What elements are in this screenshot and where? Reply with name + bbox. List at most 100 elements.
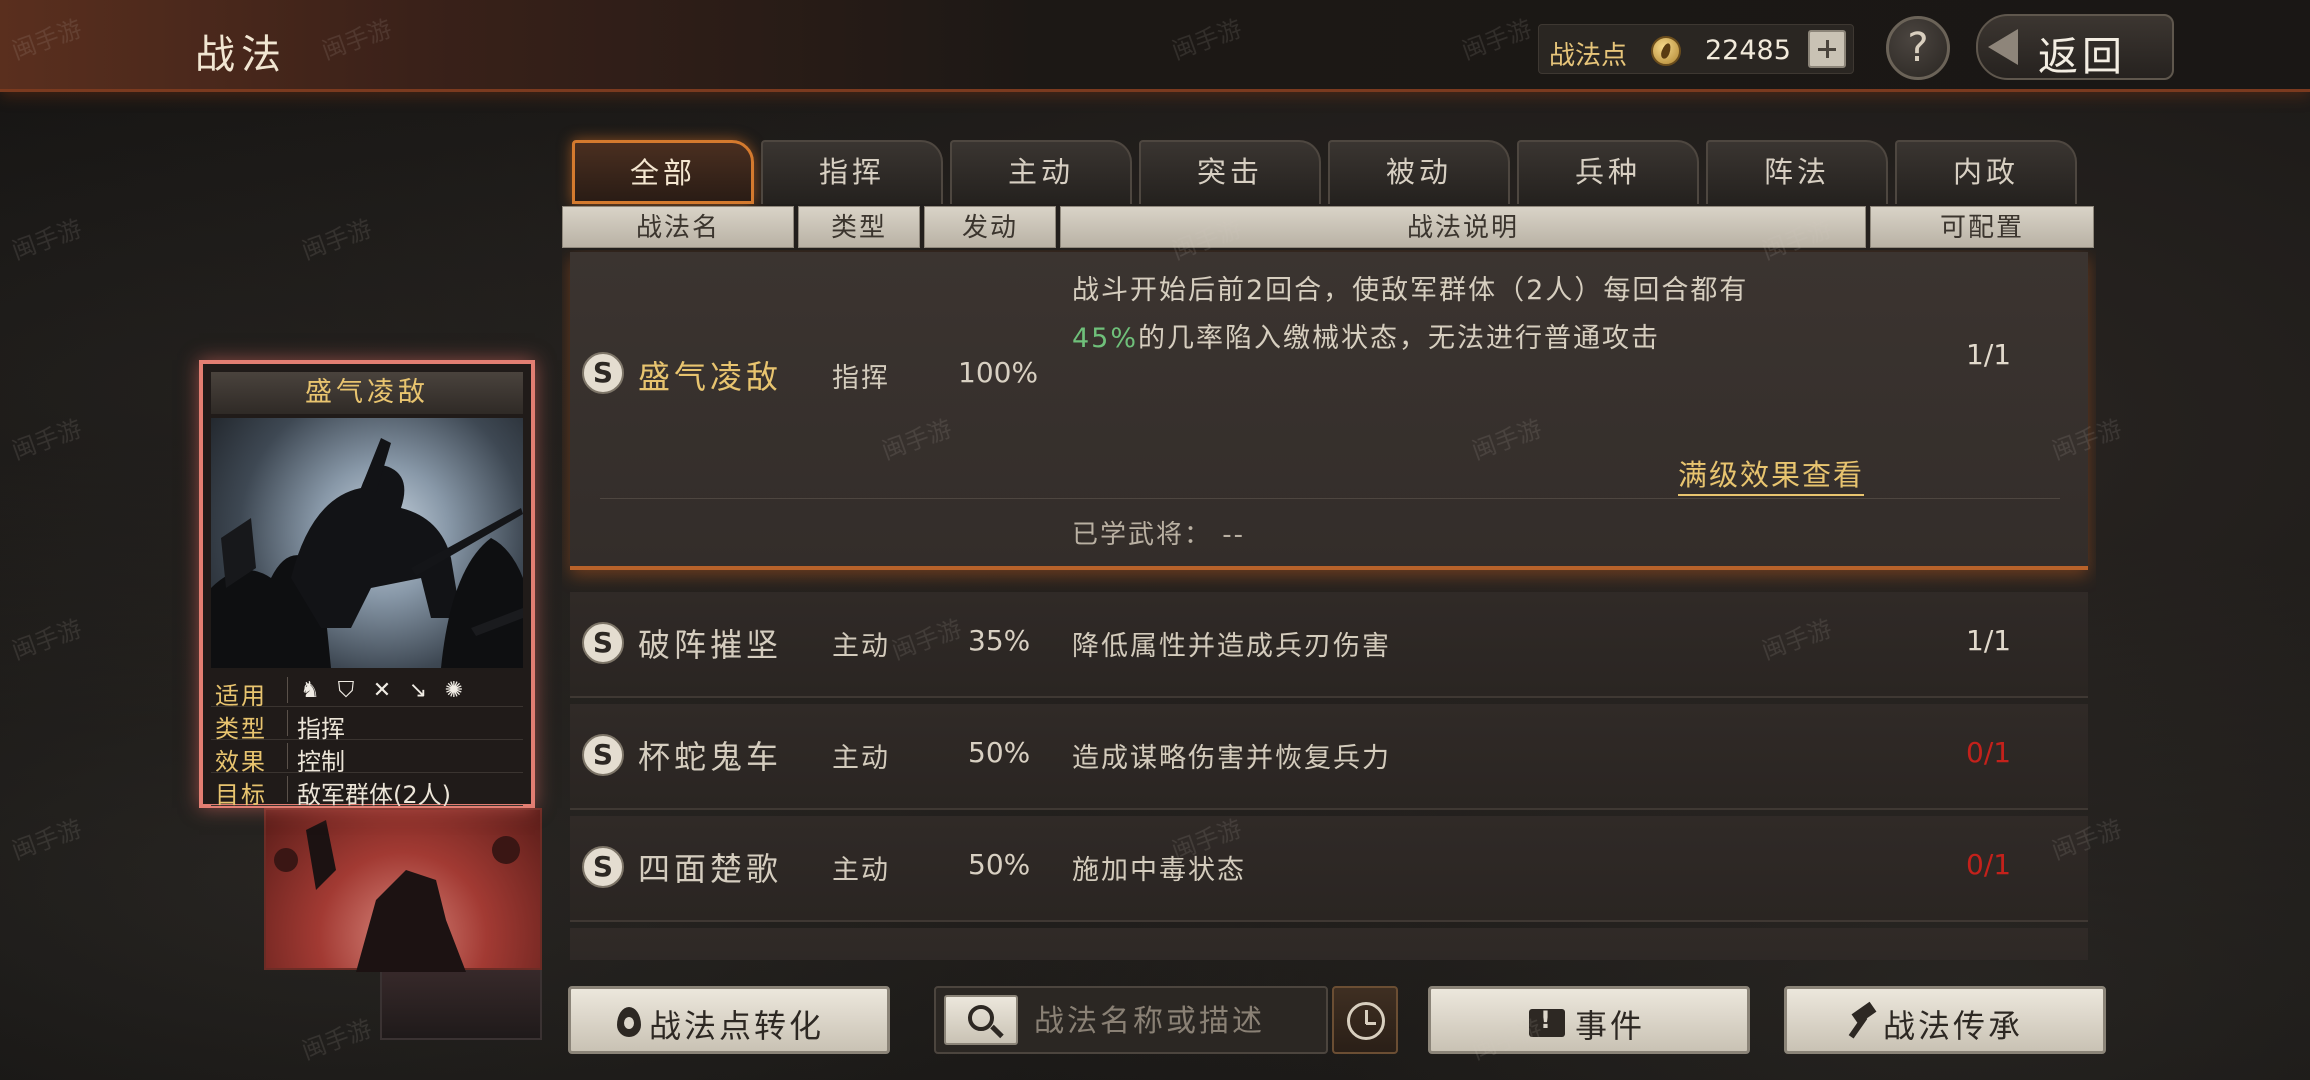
skill-config-count: 0/1	[1966, 848, 2012, 881]
tab-internal[interactable]: 内政	[1895, 140, 2077, 204]
tab-formation[interactable]: 阵法	[1706, 140, 1888, 204]
learned-generals-label: 已学武将：	[1072, 520, 1213, 550]
event-label: 事件	[1575, 1007, 1646, 1045]
cavalry-charge-art	[211, 438, 523, 668]
skill-config-count: 1/1	[1966, 624, 2012, 657]
divider	[600, 498, 2060, 499]
search-input[interactable]	[1034, 1000, 1324, 1042]
skill-description-rest: 的几率陷入缴械状态，无法进行普通攻击	[1138, 323, 1661, 354]
probability-highlight: 45%	[1072, 323, 1139, 354]
skill-point-convert-label: 战法点转化	[649, 1007, 825, 1045]
column-header-name[interactable]: 战法名	[562, 206, 794, 248]
search-button[interactable]	[944, 995, 1018, 1045]
convert-icon	[617, 1007, 641, 1037]
full-effect-link[interactable]: 满级效果查看	[1678, 452, 1865, 496]
card-title: 盛气凌敌	[211, 372, 523, 414]
skill-points-value: 22485	[1705, 35, 1791, 66]
back-button[interactable]: 返回	[1976, 14, 2174, 80]
cavalry-icon: ♞	[300, 678, 320, 703]
attr-effect-label: 效果	[215, 748, 267, 776]
page-title: 战法	[195, 32, 287, 78]
add-skill-points-button[interactable]	[1808, 30, 1846, 68]
attr-target-label: 目标	[215, 781, 267, 809]
attr-effect-value: 控制	[297, 748, 345, 776]
rank-s-badge: S	[582, 352, 624, 394]
skill-point-convert-button[interactable]: 战法点转化	[568, 986, 890, 1054]
skill-config-count: 1/1	[1966, 338, 2012, 371]
event-button[interactable]: 事件	[1428, 986, 1750, 1054]
skill-row-partial[interactable]	[570, 928, 2088, 960]
skill-points-label: 战法点	[1549, 41, 1628, 71]
skill-rate: 50%	[968, 736, 1031, 769]
skill-type: 指挥	[832, 363, 890, 394]
attr-apply-label: 适用	[215, 682, 267, 710]
column-header-description: 战法说明	[1060, 206, 1866, 248]
shield-icon: ⛉	[337, 678, 355, 703]
rank-s-badge: S	[582, 846, 624, 888]
skill-list: S 盛气凌敌 指挥 100% 战斗开始后前2回合，使敌军群体（2人）每回合都有 …	[562, 250, 2096, 960]
skill-description-line-1: 战斗开始后前2回合，使敌军群体（2人）每回合都有	[1072, 275, 1749, 306]
skill-name: 盛气凌敌	[638, 358, 783, 396]
skill-description: 造成谋略伤害并恢复兵力	[1072, 743, 1391, 774]
siege-icon: ✺	[444, 678, 464, 703]
rank-s-badge: S	[582, 734, 624, 776]
tab-all[interactable]: 全部	[572, 140, 754, 204]
skill-row-selected[interactable]: S 盛气凌敌 指挥 100% 战斗开始后前2回合，使敌军群体（2人）每回合都有 …	[570, 252, 2088, 570]
skill-points-display: 战法点 22485	[1538, 24, 1854, 74]
skill-description-line-2: 45%的几率陷入缴械状态，无法进行普通攻击	[1072, 316, 1660, 355]
search-bar	[934, 986, 1328, 1054]
card-attributes: 适用 ♞ ⛉ ✕ ↘ ✺ 类型 指挥 效果 控制 目标 敌军群体(2人)	[211, 674, 523, 809]
card-stack-middle	[264, 808, 542, 972]
event-icon	[1529, 1006, 1565, 1037]
search-icon-handle	[990, 1024, 1004, 1039]
history-button[interactable]	[1332, 986, 1398, 1054]
tab-active[interactable]: 主动	[950, 140, 1132, 204]
attr-type-label: 类型	[215, 715, 267, 743]
skill-rate: 35%	[968, 624, 1031, 657]
skill-inherit-label: 战法传承	[1883, 1007, 2024, 1045]
learned-generals: 已学武将： --	[1072, 514, 1245, 551]
skill-config-count: 0/1	[1966, 736, 2012, 769]
tab-troop[interactable]: 兵种	[1517, 140, 1699, 204]
skill-name: 破阵摧坚	[638, 626, 783, 664]
rider-silhouette-art	[274, 820, 520, 972]
column-header-config[interactable]: 可配置	[1870, 206, 2094, 248]
attr-type: 类型 指挥	[211, 707, 523, 743]
attr-apply: 适用 ♞ ⛉ ✕ ↘ ✺	[211, 674, 523, 710]
hammer-icon	[1849, 1007, 1879, 1039]
attr-target: 目标 敌军群体(2人)	[211, 773, 523, 809]
column-header-type[interactable]: 类型	[798, 206, 920, 248]
divider	[287, 710, 288, 736]
skill-rate: 100%	[958, 356, 1039, 389]
skill-name: 杯蛇鬼车	[638, 738, 783, 776]
tab-assault[interactable]: 突击	[1139, 140, 1321, 204]
skill-description: 降低属性并造成兵刃伤害	[1072, 631, 1391, 662]
clock-icon	[1347, 1002, 1385, 1040]
skill-type: 主动	[832, 631, 890, 662]
skill-row[interactable]: S 杯蛇鬼车 主动 50% 造成谋略伤害并恢复兵力 0/1	[570, 704, 2088, 810]
divider	[287, 677, 288, 703]
skill-point-coin-icon	[1651, 36, 1681, 66]
skill-type: 主动	[832, 855, 890, 886]
divider	[287, 743, 288, 769]
column-header-trigger[interactable]: 发动	[924, 206, 1056, 248]
back-label: 返回	[2038, 34, 2126, 80]
back-arrow-icon	[1988, 29, 2018, 65]
attr-target-value: 敌军群体(2人)	[297, 781, 451, 809]
learned-generals-value: --	[1222, 520, 1246, 550]
tab-command[interactable]: 指挥	[761, 140, 943, 204]
divider	[287, 776, 288, 802]
skill-description: 施加中毒状态	[1072, 855, 1246, 886]
skill-type: 主动	[832, 743, 890, 774]
skill-detail-card: 盛气凌敌 适用 ♞ ⛉ ✕ ↘ ✺ 类型 指挥 效果 控制 目标 敌军群体(2人…	[199, 360, 535, 809]
skill-inherit-button[interactable]: 战法传承	[1784, 986, 2106, 1054]
archer-icon: ✕	[372, 678, 392, 703]
tab-passive[interactable]: 被动	[1328, 140, 1510, 204]
skill-row[interactable]: S 破阵摧坚 主动 35% 降低属性并造成兵刃伤害 1/1	[570, 592, 2088, 698]
skill-row[interactable]: S 四面楚歌 主动 50% 施加中毒状态 0/1	[570, 816, 2088, 922]
card-illustration	[211, 418, 523, 668]
skill-name: 四面楚歌	[638, 850, 783, 888]
help-button[interactable]: ?	[1886, 16, 1950, 80]
attr-type-value: 指挥	[297, 715, 345, 743]
skill-rate: 50%	[968, 848, 1031, 881]
